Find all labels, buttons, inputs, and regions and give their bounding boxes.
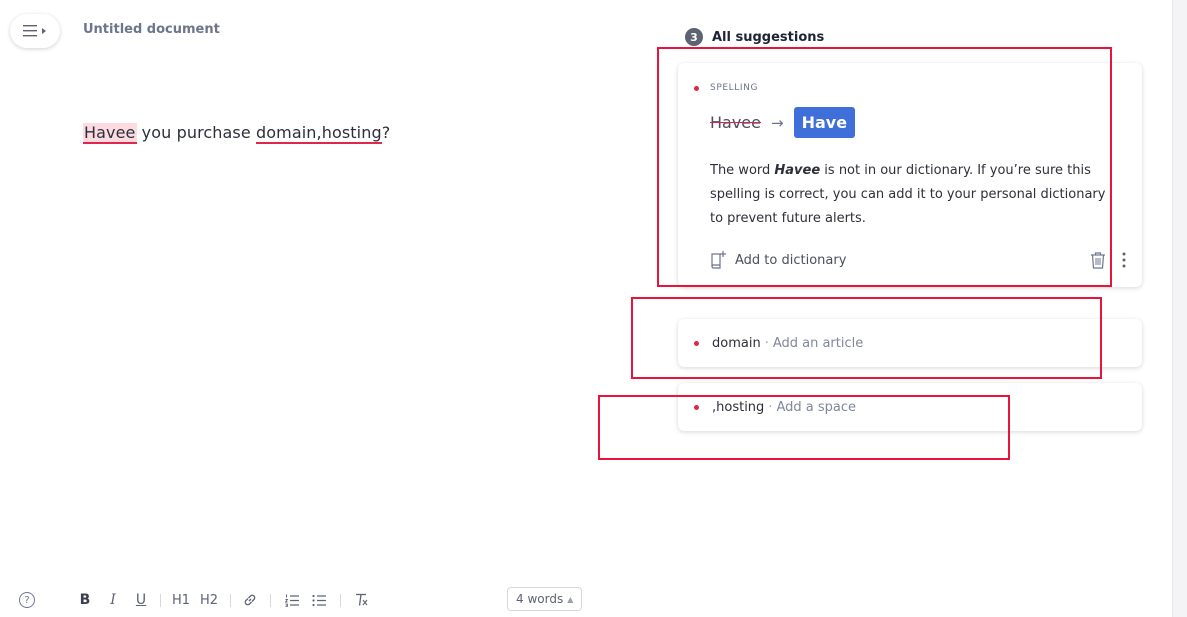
clear-formatting-button[interactable] — [352, 588, 370, 612]
link-icon — [244, 594, 256, 606]
caret-right-icon — [42, 28, 46, 34]
hamburger-icon — [23, 25, 37, 37]
word-count-label: 4 words — [516, 592, 564, 606]
bullet-list-icon — [311, 594, 326, 606]
underline-button[interactable]: U — [133, 588, 149, 612]
toolbar-divider — [230, 594, 231, 607]
word-count-button[interactable]: 4 words ▲ — [507, 587, 583, 611]
annotation-box — [657, 47, 1112, 287]
more-options-icon[interactable] — [1122, 252, 1126, 268]
suggestions-header: 3 All suggestions — [685, 28, 824, 46]
document-title[interactable]: Untitled document — [83, 22, 220, 37]
suggestions-title: All suggestions — [712, 29, 825, 45]
ordered-list-icon — [284, 594, 299, 607]
annotation-box — [631, 297, 1102, 379]
italic-button[interactable]: I — [105, 588, 121, 612]
caret-up-icon: ▲ — [567, 594, 574, 604]
bold-button[interactable]: B — [77, 588, 93, 612]
editor-text-segment: you purchase — [136, 123, 257, 142]
toolbar-divider — [160, 594, 161, 607]
menu-button[interactable] — [10, 14, 60, 48]
clear-formatting-icon — [355, 593, 367, 606]
spelling-error-word[interactable]: Havee — [83, 123, 137, 144]
annotation-box — [598, 395, 1010, 460]
toolbar-divider — [340, 594, 341, 607]
heading-1-button[interactable]: H1 — [170, 588, 192, 612]
editor-text-segment: ? — [381, 123, 391, 142]
heading-2-button[interactable]: H2 — [198, 588, 220, 612]
toolbar-divider — [270, 594, 271, 607]
editor-content[interactable]: Havee you purchase domain,hosting? — [83, 123, 391, 144]
right-scroll-edge — [1172, 0, 1187, 617]
ordered-list-button[interactable] — [283, 588, 301, 612]
help-button[interactable]: ? — [18, 588, 36, 612]
link-button[interactable] — [241, 588, 259, 612]
help-icon: ? — [19, 592, 35, 608]
grammar-error-words[interactable]: domain,hosting — [256, 123, 382, 144]
bullet-list-button[interactable] — [310, 588, 328, 612]
suggestion-count-badge: 3 — [685, 28, 703, 46]
